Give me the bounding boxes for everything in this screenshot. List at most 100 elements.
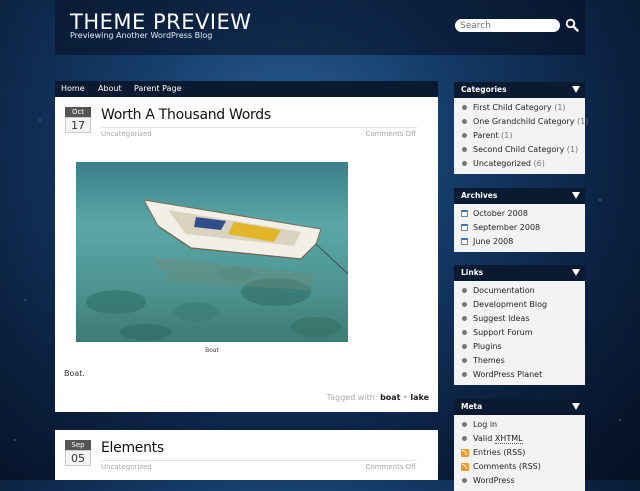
search-icon[interactable] xyxy=(565,18,579,32)
link-label[interactable]: WordPress Planet xyxy=(473,370,542,379)
post-date-day: 17 xyxy=(65,117,91,133)
meta-item[interactable]: Log in xyxy=(454,418,585,432)
collapse-arrow-icon[interactable] xyxy=(572,269,580,276)
bullet-icon xyxy=(462,372,467,377)
valid-label: Valid xyxy=(473,434,493,443)
archive-item[interactable]: June 2008 xyxy=(454,235,585,249)
category-item[interactable]: One Grandchild Category (1) xyxy=(454,115,589,129)
widget-title: Categories xyxy=(461,85,507,94)
widget-links: Links Documentation Development Blog Sug… xyxy=(454,265,585,385)
link-label[interactable]: Suggest Ideas xyxy=(473,314,530,323)
meta-item[interactable]: WordPress xyxy=(454,474,585,488)
category-count: (1) xyxy=(554,103,566,112)
link-item[interactable]: Documentation xyxy=(454,284,585,298)
category-label[interactable]: Parent xyxy=(473,131,499,140)
tag-link-lake[interactable]: lake xyxy=(410,393,429,402)
collapse-arrow-icon[interactable] xyxy=(572,86,580,93)
link-item[interactable]: Support Forum xyxy=(454,326,585,340)
wordpress-link[interactable]: WordPress xyxy=(473,476,515,485)
bullet-icon xyxy=(462,330,467,335)
link-item[interactable]: WordPress Planet xyxy=(454,368,585,382)
post-tags: Tagged with: boat • lake xyxy=(327,393,429,402)
category-item[interactable]: Second Child Category (1) xyxy=(454,143,585,157)
link-item[interactable]: Development Blog xyxy=(454,298,585,312)
category-label[interactable]: Second Child Category xyxy=(473,145,564,154)
category-count: (1) xyxy=(501,131,513,140)
category-label[interactable]: First Child Category xyxy=(473,103,552,112)
post-category[interactable]: Uncategorized xyxy=(101,463,152,471)
widget-title: Archives xyxy=(461,191,498,200)
search-input[interactable] xyxy=(455,19,560,32)
calendar-icon xyxy=(461,224,468,231)
widget-title: Links xyxy=(461,268,484,277)
bullet-icon xyxy=(462,302,467,307)
bullet-icon xyxy=(462,105,467,110)
widget-header[interactable]: Links xyxy=(454,265,585,281)
nav-item-parent-page[interactable]: Parent Page xyxy=(134,84,182,93)
post-date-month: Oct xyxy=(65,107,91,117)
calendar-icon xyxy=(461,238,468,245)
post-comments: Comments Off xyxy=(365,130,416,138)
category-item[interactable]: First Child Category (1) xyxy=(454,101,585,115)
nav-item-about[interactable]: About xyxy=(98,84,122,93)
bullet-icon xyxy=(462,161,467,166)
rss-icon xyxy=(461,463,469,471)
bullet-icon xyxy=(462,358,467,363)
widget-header[interactable]: Meta xyxy=(454,399,585,415)
post-date: Oct 17 xyxy=(65,107,91,133)
entries-rss-link[interactable]: Entries (RSS) xyxy=(473,448,525,457)
bullet-icon xyxy=(462,288,467,293)
widget-header[interactable]: Categories xyxy=(454,82,585,98)
post-date: Sep 05 xyxy=(65,440,91,466)
category-count: (1) xyxy=(566,145,579,154)
post-elements: Sep 05 Elements Uncategorized Comments O… xyxy=(55,430,438,480)
link-item[interactable]: Plugins xyxy=(454,340,585,354)
bullet-icon xyxy=(462,436,467,441)
comments-rss-link[interactable]: Comments (RSS) xyxy=(473,462,541,471)
divider xyxy=(101,127,417,128)
meta-item[interactable]: Entries (RSS) xyxy=(454,446,585,460)
boat-image[interactable] xyxy=(76,162,348,342)
category-item[interactable]: Parent (1) xyxy=(454,129,585,143)
link-item[interactable]: Themes xyxy=(454,354,585,368)
nav-item-home[interactable]: Home xyxy=(61,84,85,93)
post-category[interactable]: Uncategorized xyxy=(101,130,152,138)
meta-item[interactable]: Comments (RSS) xyxy=(454,460,585,474)
widget-archives: Archives October 2008 September 2008 Jun… xyxy=(454,188,585,252)
site-description: Previewing Another WordPress Blog xyxy=(70,31,213,40)
category-item[interactable]: Uncategorized (6) xyxy=(454,157,585,171)
category-label[interactable]: Uncategorized xyxy=(473,159,531,168)
link-label[interactable]: Documentation xyxy=(473,286,535,295)
archive-label[interactable]: September 2008 xyxy=(473,223,540,232)
widget-categories: Categories First Child Category (1) One … xyxy=(454,82,589,174)
collapse-arrow-icon[interactable] xyxy=(572,403,580,410)
xhtml-link[interactable]: XHTML xyxy=(494,434,523,444)
post-worth-a-thousand-words: Oct 17 Worth A Thousand Words Uncategori… xyxy=(55,97,438,412)
image-caption: Boat xyxy=(205,347,219,354)
link-label[interactable]: Themes xyxy=(473,356,505,365)
tag-link-boat[interactable]: boat xyxy=(380,393,400,402)
bullet-icon xyxy=(462,344,467,349)
archive-item[interactable]: September 2008 xyxy=(454,221,585,235)
calendar-icon xyxy=(461,210,468,217)
bullet-icon xyxy=(462,422,467,427)
category-label[interactable]: One Grandchild Category xyxy=(473,117,574,126)
link-label[interactable]: Support Forum xyxy=(473,328,533,337)
post-title[interactable]: Worth A Thousand Words xyxy=(101,107,271,123)
archive-item[interactable]: October 2008 xyxy=(454,207,585,221)
widget-header[interactable]: Archives xyxy=(454,188,585,204)
post-title[interactable]: Elements xyxy=(101,440,164,456)
link-item[interactable]: Suggest Ideas xyxy=(454,312,585,326)
post-excerpt: Boat. xyxy=(64,369,85,378)
category-count: (6) xyxy=(533,159,545,168)
bullet-icon xyxy=(462,147,467,152)
category-count: (1) xyxy=(577,117,589,126)
bullet-icon xyxy=(462,133,467,138)
link-label[interactable]: Development Blog xyxy=(473,300,547,309)
log-in-link[interactable]: Log in xyxy=(473,420,497,429)
post-date-day: 05 xyxy=(65,450,91,466)
link-label[interactable]: Plugins xyxy=(473,342,502,351)
collapse-arrow-icon[interactable] xyxy=(572,192,580,199)
archive-label[interactable]: June 2008 xyxy=(473,237,513,246)
archive-label[interactable]: October 2008 xyxy=(473,209,528,218)
